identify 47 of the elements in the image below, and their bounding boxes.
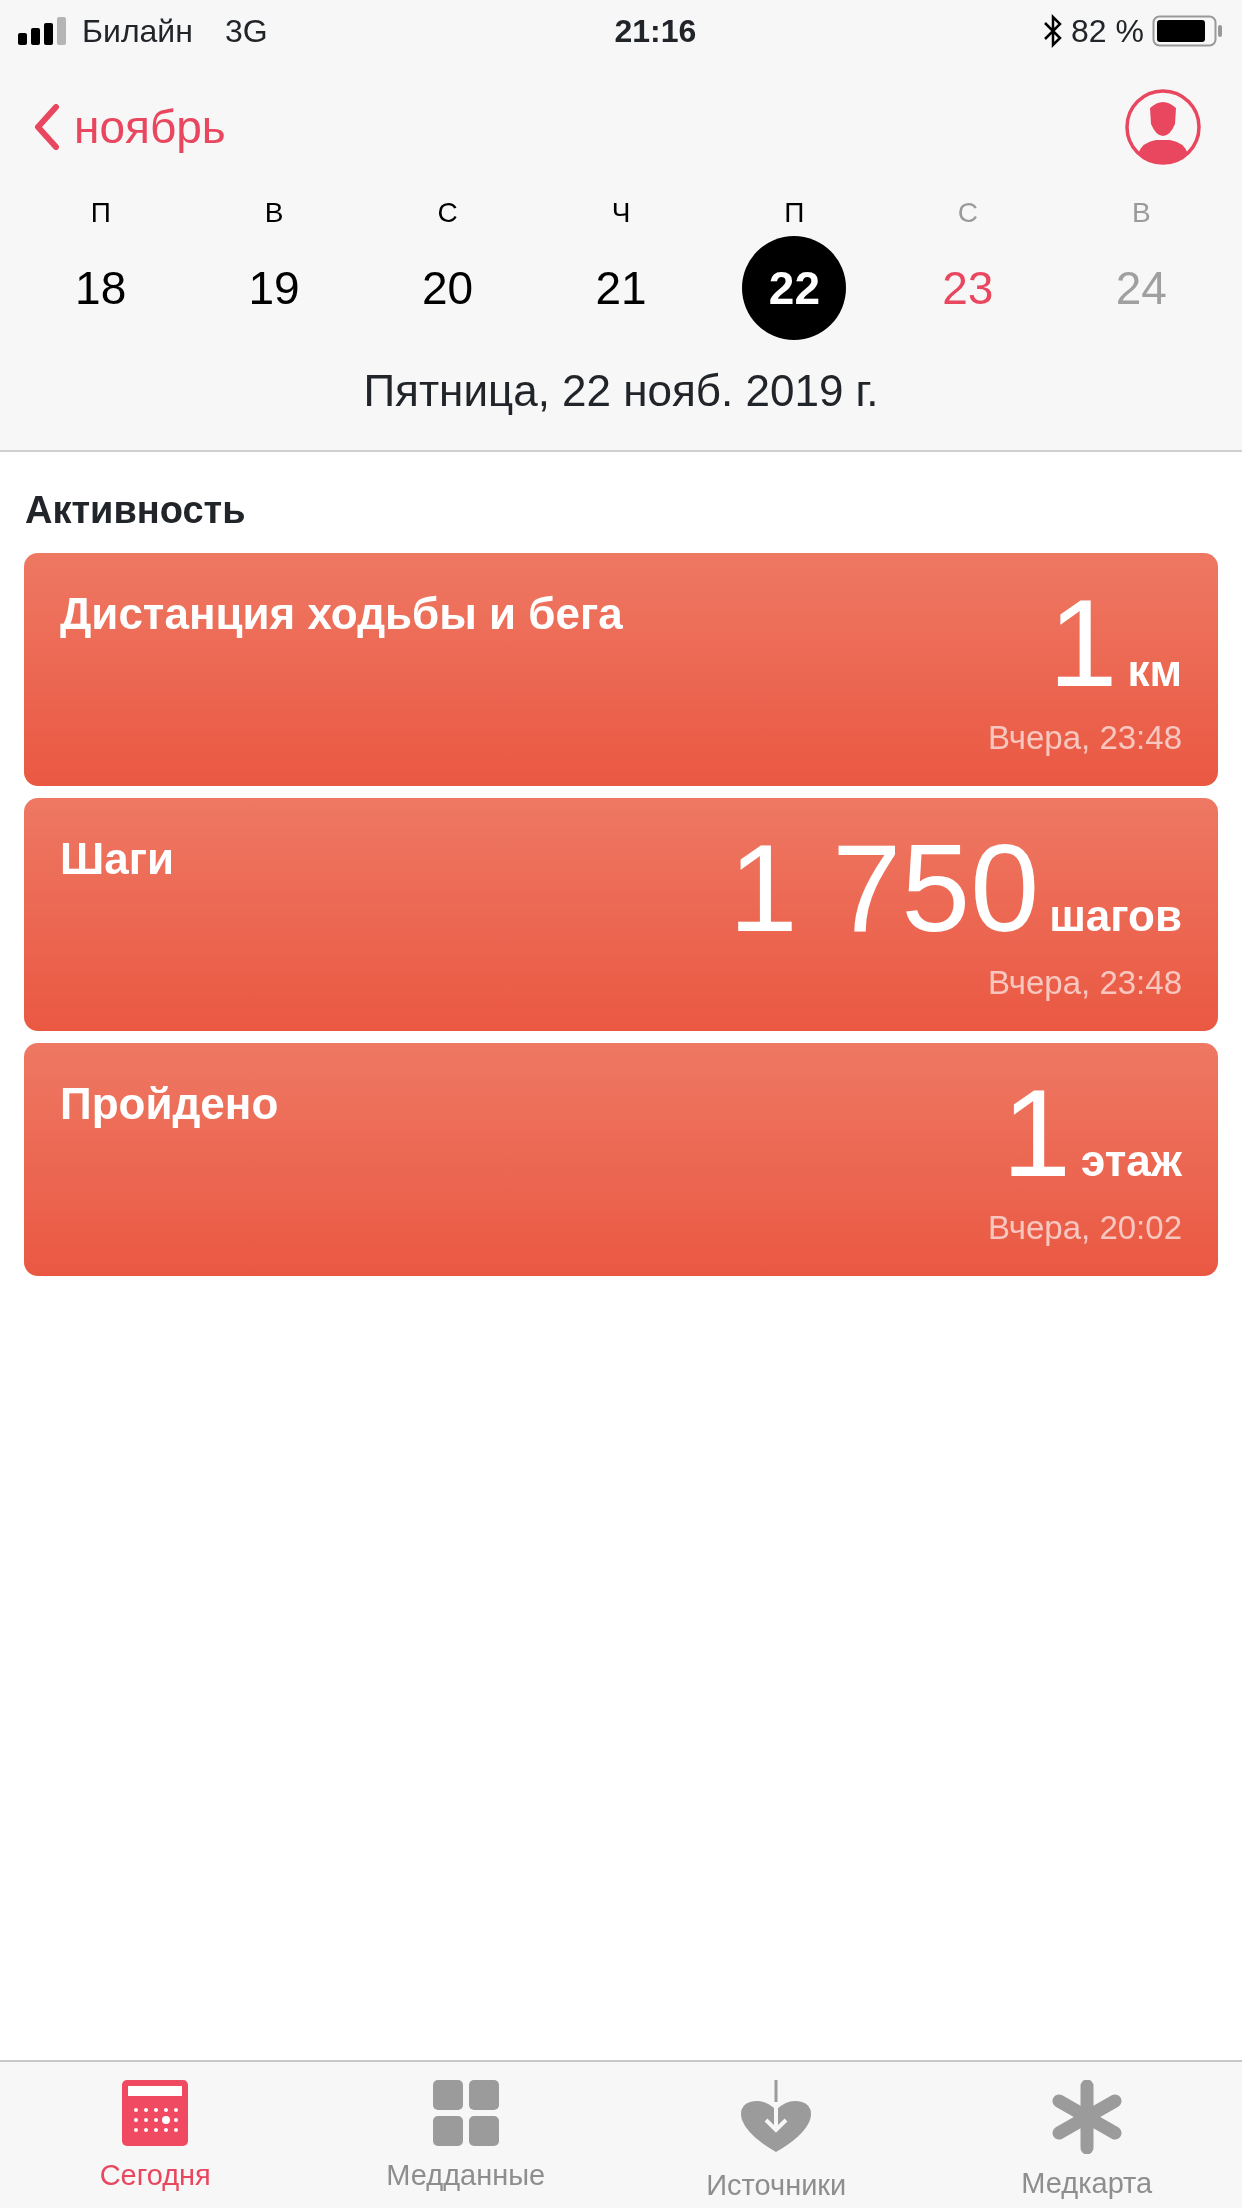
tab-button[interactable]: Источники — [621, 2062, 932, 2208]
tab-button[interactable]: Медданные — [310, 2062, 621, 2208]
calendar-icon — [122, 2080, 189, 2146]
bluetooth-icon — [1043, 14, 1064, 48]
day-number[interactable]: 19 — [222, 236, 327, 340]
network-type: 3G — [224, 12, 268, 51]
section-title: Активность — [24, 488, 247, 533]
asterisk-icon — [1051, 2080, 1122, 2154]
selected-date: Пятница, 22 нояб. 2019 г. — [362, 365, 880, 417]
tab-button[interactable]: Сегодня — [0, 2062, 311, 2208]
weekday-label: С — [437, 197, 458, 228]
day-number[interactable]: 18 — [48, 236, 153, 340]
battery-icon — [1152, 15, 1224, 47]
profile-icon[interactable] — [1124, 88, 1202, 166]
grid-icon — [432, 2080, 499, 2146]
tab-button[interactable]: Медкарта — [931, 2062, 1242, 2208]
metric-card[interactable]: Дистанция ходьбы и бега 1 км Вчера, 23:48 — [24, 553, 1218, 786]
weekday-label: П — [784, 197, 805, 228]
update-time: Вчера, 23:48 — [987, 717, 1182, 758]
day-number[interactable]: 21 — [569, 236, 673, 340]
metric-unit: этаж — [1081, 1135, 1182, 1187]
day-number[interactable]: 23 — [915, 236, 1020, 340]
metric-value: 1 750 — [728, 826, 1040, 950]
battery-percent: 82 % — [1071, 12, 1144, 51]
day-number[interactable]: 20 — [395, 236, 500, 340]
weekday-label: В — [1131, 197, 1151, 228]
weekday-label: В — [264, 197, 284, 228]
metric-unit: шагов — [1049, 890, 1182, 942]
update-time: Вчера, 20:02 — [987, 1207, 1182, 1248]
card-title: Шаги — [60, 833, 175, 885]
day-number[interactable]: 22 — [742, 236, 847, 340]
metric-card[interactable]: Шаги 1 750 шагов Вчера, 23:48 — [24, 798, 1218, 1031]
metric-unit: км — [1127, 645, 1182, 697]
metric-value: 1 — [1002, 1071, 1072, 1195]
back-button[interactable]: ноябрь — [34, 92, 226, 162]
status-time: 21:16 — [614, 12, 697, 51]
weekday-label: Ч — [611, 197, 631, 228]
card-title: Дистанция ходьбы и бега — [60, 588, 623, 640]
update-time: Вчера, 23:48 — [987, 962, 1182, 1003]
chevron-left-icon — [34, 104, 60, 150]
card-title: Пройдено — [60, 1078, 279, 1130]
metric-card[interactable]: Пройдено 1 этаж Вчера, 20:02 — [24, 1043, 1218, 1276]
carrier-name: Билайн — [82, 12, 193, 51]
weekday-label: С — [957, 197, 978, 228]
weekday-label: П — [90, 197, 111, 228]
day-number[interactable]: 24 — [1089, 236, 1194, 340]
metric-value: 1 — [1048, 581, 1118, 705]
